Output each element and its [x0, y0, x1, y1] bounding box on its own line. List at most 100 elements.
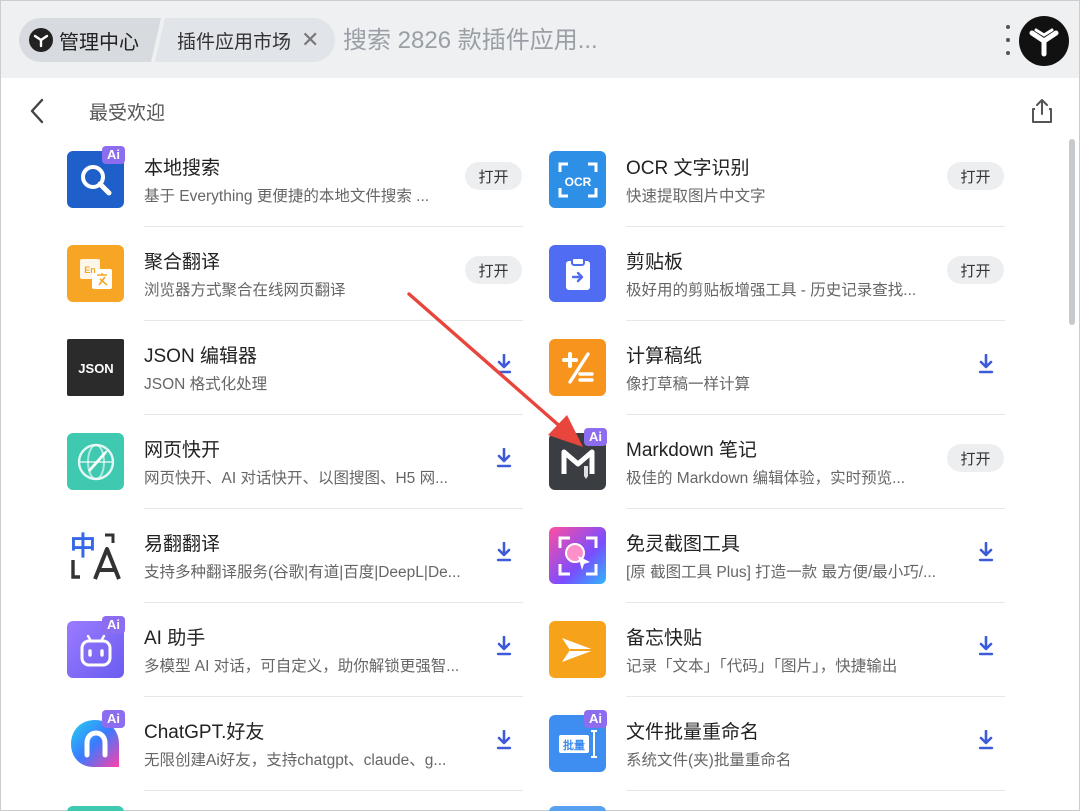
top-bar: 管理中心 插件应用市场 ✕	[1, 1, 1079, 78]
breadcrumb-home[interactable]: 管理中心	[19, 18, 161, 62]
ai-badge: Ai	[102, 710, 125, 728]
plugin-name: 备忘快贴	[626, 628, 703, 649]
breadcrumb-home-label: 管理中心	[59, 31, 139, 54]
svg-text:批量: 批量	[563, 738, 585, 752]
download-icon	[496, 448, 512, 468]
translate-icon: En	[67, 245, 124, 302]
clipboard-icon	[549, 245, 606, 302]
open-button[interactable]: 打开	[465, 256, 522, 284]
plugin-item[interactable]: Ai AI 助手 多模型 AI 对话，可自定义，助你解锁更强智...	[67, 616, 523, 710]
plugin-desc: 多模型 AI 对话，可自定义，助你解锁更强智...	[144, 658, 460, 675]
rocket-globe-icon	[67, 433, 124, 490]
json-icon: JSON	[67, 339, 124, 396]
plugin-item[interactable]: En 聚合翻译 浏览器方式聚合在线网页翻译 打开	[67, 240, 523, 334]
plugin-desc: 浏览器方式聚合在线网页翻译	[144, 282, 346, 299]
plugin-desc: 系统文件(夹)批量重命名	[626, 752, 792, 769]
plugin-name: 聚合翻译	[144, 252, 221, 273]
plugin-desc: 快速提取图片中文字	[626, 188, 766, 205]
chevron-left-icon	[30, 98, 44, 124]
paper-plane-icon	[549, 621, 606, 678]
plugin-item[interactable]: Ai ChatGPT.好友 无限创建Ai好友，支持chatgpt、claude、…	[67, 710, 523, 804]
download-button[interactable]	[493, 446, 515, 470]
plugin-name: 易翻翻译	[144, 534, 221, 555]
app-logo-icon[interactable]	[1019, 16, 1069, 66]
plugin-item[interactable]: 中 易翻翻译 支持多种翻译服务(谷歌|有道|百度|DeepL|De...	[67, 522, 523, 616]
calculator-icon	[549, 339, 606, 396]
plugin-desc: 记录「文本」「代码」「图片」，快捷输出	[626, 658, 898, 675]
plugin-item[interactable]: 批量 Ai 文件批量重命名 系统文件(夹)批量重命名	[549, 710, 1005, 804]
svg-text:OCR: OCR	[564, 175, 591, 189]
download-button[interactable]	[493, 634, 515, 658]
download-button[interactable]	[975, 540, 997, 564]
plugin-desc: 极佳的 Markdown 编辑体验，实时预览...	[626, 470, 906, 487]
svg-text:中: 中	[70, 532, 96, 562]
more-menu-icon[interactable]	[1001, 25, 1015, 55]
breadcrumb-tab-plugin-market[interactable]: 插件应用市场 ✕	[155, 18, 336, 62]
plugin-name: 计算稿纸	[626, 346, 703, 367]
plugin-desc: 网页快开、AI 对话快开、以图搜图、H5 网...	[144, 470, 448, 487]
plugin-item[interactable]: 备忘快贴 记录「文本」「代码」「图片」，快捷输出	[549, 616, 1005, 710]
open-button[interactable]: 打开	[465, 162, 522, 190]
plugin-item[interactable]: OCR OCR 文字识别 快速提取图片中文字 打开	[549, 146, 1005, 240]
search-input[interactable]	[343, 21, 903, 61]
download-icon	[496, 542, 512, 562]
plugin-desc: [原 截图工具 Plus] 打造一款 最方便/最小巧/...	[626, 564, 937, 581]
download-icon	[496, 354, 512, 374]
svg-text:JSON: JSON	[78, 361, 113, 376]
ai-badge: Ai	[584, 710, 607, 728]
plugin-desc: 无限创建Ai好友，支持chatgpt、claude、g...	[144, 752, 447, 769]
plugin-desc: 像打草稿一样计算	[626, 376, 751, 393]
plugin-name: 免灵截图工具	[626, 534, 741, 555]
plugin-name: ChatGPT.好友	[144, 722, 265, 743]
ai-badge: Ai	[102, 616, 125, 634]
download-icon	[978, 636, 994, 656]
plugin-name: 文件批量重命名	[626, 722, 760, 743]
next-plugin-peek	[549, 806, 606, 811]
plugin-desc: 支持多种翻译服务(谷歌|有道|百度|DeepL|De...	[144, 564, 461, 581]
download-icon	[978, 542, 994, 562]
download-button[interactable]	[975, 352, 997, 376]
plugin-item[interactable]: Ai Markdown 笔记 极佳的 Markdown 编辑体验，实时预览...…	[549, 428, 1005, 522]
download-button[interactable]	[975, 634, 997, 658]
download-button[interactable]	[975, 728, 997, 752]
scrollbar[interactable]	[1069, 139, 1075, 325]
plugin-name: OCR 文字识别	[626, 158, 750, 179]
plugin-desc: 基于 Everything 更便捷的本地文件搜索 ...	[144, 188, 430, 205]
ocr-icon: OCR	[549, 151, 606, 208]
back-button[interactable]	[23, 95, 51, 127]
plugin-item[interactable]: 剪贴板 极好用的剪贴板增强工具 - 历史记录查找... 打开	[549, 240, 1005, 334]
open-button[interactable]: 打开	[947, 444, 1004, 472]
plugin-item[interactable]: 网页快开 网页快开、AI 对话快开、以图搜图、H5 网...	[67, 428, 523, 522]
plugin-item[interactable]: 免灵截图工具 [原 截图工具 Plus] 打造一款 最方便/最小巧/...	[549, 522, 1005, 616]
plugin-item[interactable]: JSON JSON 编辑器 JSON 格式化处理	[67, 334, 523, 428]
svg-text:En: En	[84, 265, 96, 275]
plugin-name: 网页快开	[144, 440, 221, 461]
app-window: 管理中心 插件应用市场 ✕ 最受欢迎	[0, 0, 1080, 811]
plugin-item[interactable]: Ai 本地搜索 基于 Everything 更便捷的本地文件搜索 ... 打开	[67, 146, 523, 240]
share-button[interactable]	[1027, 95, 1057, 127]
plugin-desc: 极好用的剪贴板增强工具 - 历史记录查找...	[626, 282, 917, 299]
download-icon	[978, 354, 994, 374]
plugin-name: 本地搜索	[144, 158, 221, 179]
download-button[interactable]	[493, 728, 515, 752]
open-button[interactable]: 打开	[947, 162, 1004, 190]
breadcrumb: 管理中心 插件应用市场 ✕	[19, 18, 336, 62]
download-icon	[978, 730, 994, 750]
close-icon[interactable]: ✕	[301, 29, 319, 51]
share-icon	[1032, 99, 1052, 123]
plugin-desc: JSON 格式化处理	[144, 376, 268, 393]
download-icon	[496, 730, 512, 750]
plugin-name: Markdown 笔记	[626, 440, 757, 461]
ai-badge: Ai	[102, 146, 125, 164]
ai-badge: Ai	[584, 428, 607, 446]
plugin-item[interactable]: 计算稿纸 像打草稿一样计算	[549, 334, 1005, 428]
plugin-name: 剪贴板	[626, 252, 684, 273]
plugin-name: JSON 编辑器	[144, 346, 257, 367]
plugin-name: AI 助手	[144, 628, 206, 649]
download-button[interactable]	[493, 352, 515, 376]
app-logo-icon	[29, 28, 53, 52]
next-plugin-peek	[67, 806, 124, 811]
translate-zh-a-icon: 中	[67, 527, 124, 584]
download-button[interactable]	[493, 540, 515, 564]
open-button[interactable]: 打开	[947, 256, 1004, 284]
